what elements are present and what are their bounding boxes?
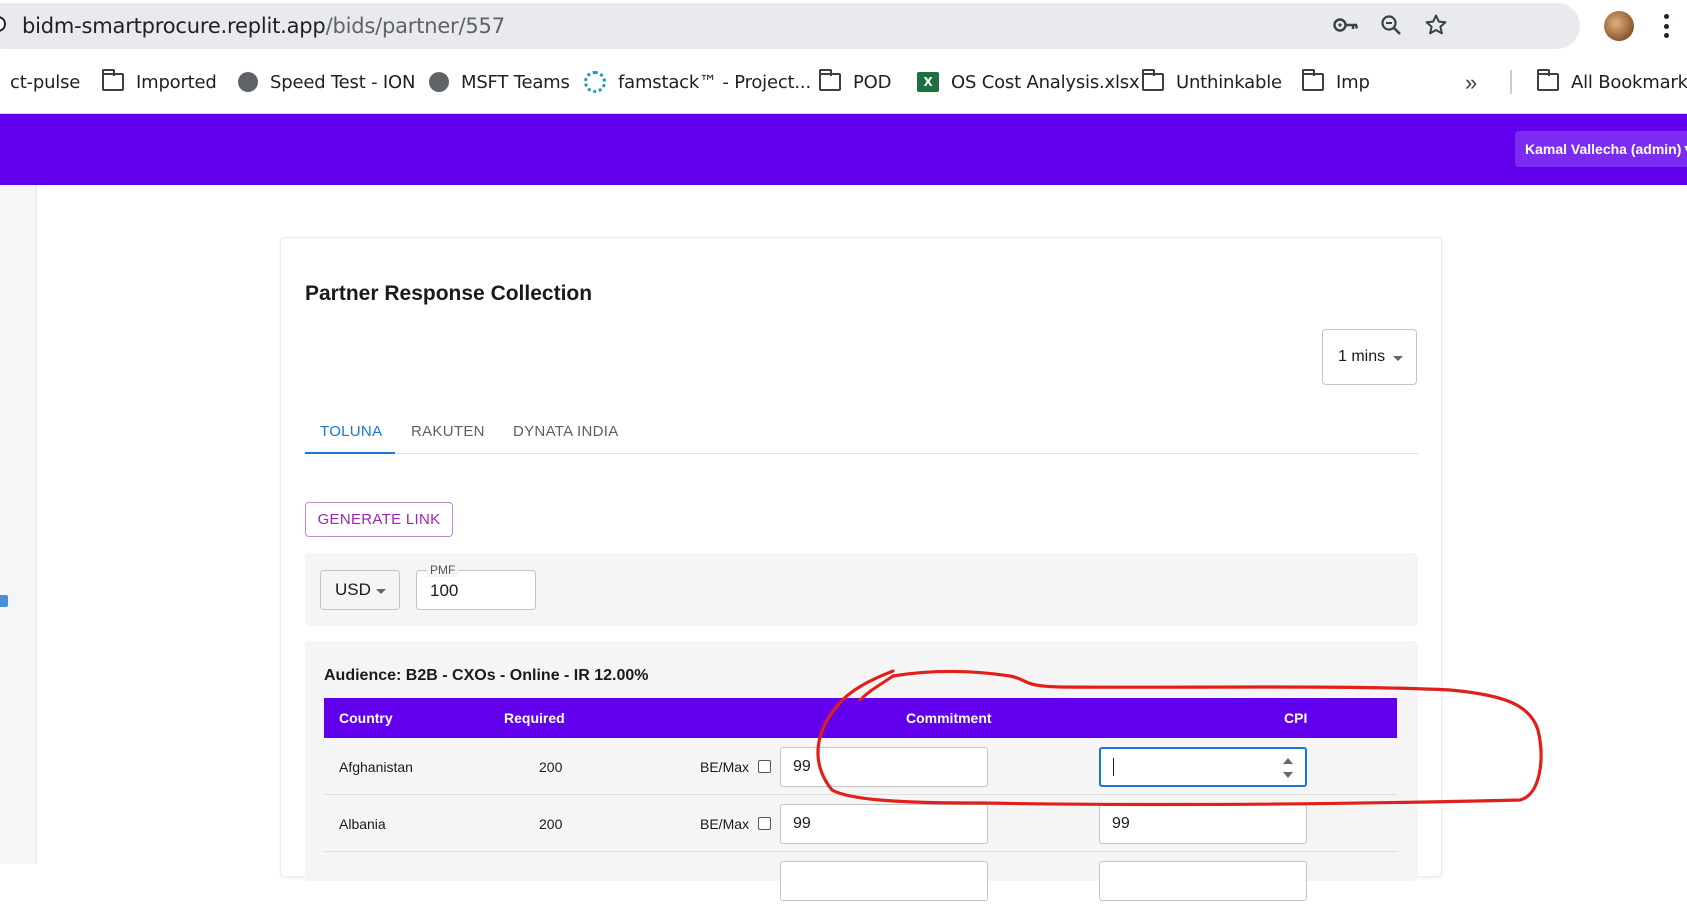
pmf-input[interactable]: PMF 100 — [416, 563, 536, 610]
currency-value: USD — [335, 580, 371, 599]
bookmarks-bar: ct-pulse Imported Speed Test - ION MSFT … — [0, 60, 1687, 104]
partner-tabs: TOLUNA RAKUTEN DYNATA INDIA — [305, 408, 1418, 454]
column-country: Country — [339, 710, 393, 726]
number-spinner-icon[interactable] — [1283, 758, 1293, 778]
bookmark-label: famstack™ - Project... — [618, 71, 811, 93]
country-cell: Albania — [339, 816, 386, 832]
timer-value: 1 mins — [1338, 348, 1386, 365]
bookmark-label: Imported — [136, 71, 217, 93]
excel-icon: X — [917, 72, 939, 92]
audience-title: Audience: B2B - CXOs - Online - IR 12.00… — [324, 667, 649, 684]
bookmark-label: POD — [853, 71, 892, 93]
cpi-input[interactable] — [1099, 861, 1307, 901]
be-max-checkbox[interactable] — [758, 760, 771, 773]
currency-select[interactable]: USD — [320, 570, 400, 610]
table-row: Albania 200 BE/Max 99 99 — [324, 795, 1397, 852]
commitment-value: 99 — [793, 758, 811, 775]
pricing-panel: USD PMF 100 — [305, 553, 1418, 626]
cpi-input[interactable] — [1099, 747, 1307, 787]
bookmark-unthinkable[interactable]: Unthinkable — [1142, 69, 1282, 94]
tab-toluna[interactable]: TOLUNA — [320, 408, 382, 454]
table-row — [324, 852, 1397, 909]
commitment-input[interactable] — [780, 861, 988, 901]
table-row: Afghanistan 200 BE/Max 99 — [324, 738, 1397, 795]
tab-dynata-india[interactable]: DYNATA INDIA — [513, 408, 619, 454]
globe-icon — [238, 72, 258, 92]
more-bookmarks-chevron-icon[interactable]: » — [1465, 70, 1477, 96]
text-cursor — [1113, 758, 1114, 776]
bookmark-star-icon[interactable] — [1423, 12, 1449, 38]
bookmark-imported[interactable]: Imported — [102, 69, 217, 94]
tab-rakuten[interactable]: RAKUTEN — [411, 408, 485, 454]
url-host: bidm-smartprocure.replit.app — [22, 14, 326, 38]
sidebar-marker-icon — [0, 595, 8, 607]
pmf-value: 100 — [430, 581, 459, 600]
bookmark-label: Imp — [1336, 71, 1370, 93]
commitment-value: 99 — [793, 815, 811, 832]
globe-icon — [429, 72, 449, 92]
folder-icon — [819, 69, 841, 91]
app-header: Kamal Vallecha (admin)▼ — [0, 114, 1687, 185]
folder-icon — [1142, 69, 1164, 91]
cpi-input[interactable]: 99 — [1099, 804, 1307, 844]
timer-select[interactable]: 1 mins — [1322, 329, 1417, 385]
active-tab-indicator — [305, 452, 395, 454]
all-bookmarks-label: All Bookmarks — [1571, 71, 1687, 93]
be-max-label: BE/Max — [700, 816, 750, 832]
zoom-icon[interactable] — [1378, 12, 1404, 38]
column-required: Required — [504, 710, 565, 726]
url-path: /bids/partner/557 — [325, 14, 505, 38]
browser-toolbar: bidm-smartprocure.replit.app/bids/partne… — [0, 0, 1687, 52]
folder-icon — [102, 69, 124, 91]
bookmark-msft-teams[interactable]: MSFT Teams — [429, 70, 570, 94]
required-cell: 200 — [539, 759, 563, 775]
column-cpi: CPI — [1284, 710, 1308, 726]
user-menu-button[interactable]: Kamal Vallecha (admin)▼ — [1515, 131, 1687, 167]
gear-icon — [584, 71, 606, 93]
cpi-value: 99 — [1112, 815, 1130, 832]
bookmark-pod[interactable]: POD — [819, 69, 892, 94]
pmf-label: PMF — [427, 563, 459, 577]
bookmark-label: Speed Test - ION — [270, 71, 416, 93]
country-cell: Afghanistan — [339, 759, 413, 775]
bookmark-os-cost[interactable]: X OS Cost Analysis.xlsx — [917, 70, 1140, 94]
bookmark-label: ct-pulse — [10, 71, 81, 93]
dropdown-caret-icon — [1393, 356, 1403, 361]
left-sidebar — [0, 185, 37, 864]
audience-panel: Audience: B2B - CXOs - Online - IR 12.00… — [305, 641, 1418, 901]
dropdown-caret-icon — [376, 589, 386, 594]
all-bookmarks[interactable]: All Bookmarks — [1537, 69, 1687, 94]
bookmark-ct-pulse[interactable]: ct-pulse — [10, 70, 80, 94]
bookmark-label: OS Cost Analysis.xlsx — [951, 71, 1140, 93]
bookmark-label: Unthinkable — [1176, 71, 1282, 93]
commitment-input[interactable]: 99 — [780, 747, 988, 787]
browser-menu-icon[interactable] — [1664, 14, 1670, 38]
folder-icon — [1537, 69, 1559, 91]
folder-icon — [1302, 69, 1324, 91]
required-cell: 200 — [539, 816, 563, 832]
password-key-icon[interactable] — [1333, 12, 1359, 38]
generate-link-button[interactable]: GENERATE LINK — [305, 502, 453, 537]
column-commitment: Commitment — [906, 710, 992, 726]
bookmark-imp[interactable]: Imp — [1302, 69, 1370, 94]
be-max-checkbox[interactable] — [758, 817, 771, 830]
bookmarks-divider — [1510, 70, 1512, 94]
url-text[interactable]: bidm-smartprocure.replit.app/bids/partne… — [22, 14, 505, 38]
bookmark-speed-test[interactable]: Speed Test - ION — [238, 70, 415, 94]
profile-avatar[interactable] — [1604, 11, 1634, 41]
table-header: Country Required Commitment CPI — [324, 698, 1397, 738]
page-title: Partner Response Collection — [305, 282, 593, 305]
be-max-label: BE/Max — [700, 759, 750, 775]
bookmark-famstack[interactable]: famstack™ - Project... — [584, 70, 811, 94]
commitment-input[interactable]: 99 — [780, 804, 988, 844]
bookmark-label: MSFT Teams — [461, 71, 570, 93]
